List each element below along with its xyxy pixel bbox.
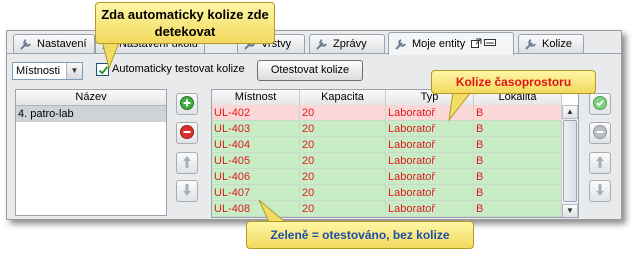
capacity-cell: 20 [300, 201, 386, 217]
callout-collision: Kolize časoprostoru [431, 70, 596, 94]
remove-button[interactable] [176, 122, 198, 144]
list-item[interactable]: 4. patro-lab [16, 106, 166, 122]
location-cell: B [474, 105, 562, 121]
minimize-icon[interactable] [484, 38, 497, 50]
callout-auto-detect: Zda automaticky kolize zde detekovat [95, 2, 275, 44]
accept-button[interactable] [589, 93, 611, 115]
type-cell: Laboratoř [386, 137, 474, 153]
capacity-cell: 20 [300, 105, 386, 121]
capacity-cell: 20 [300, 137, 386, 153]
location-cell: B [474, 201, 562, 217]
minus-icon [593, 124, 607, 142]
type-cell: Laboratoř [386, 121, 474, 137]
tab-kolize[interactable]: Kolize [518, 34, 584, 53]
entity-list: Název 4. patro-lab [15, 89, 167, 216]
location-cell: B [474, 153, 562, 169]
remove-disabled-button[interactable] [589, 122, 611, 144]
tab-moje-entity[interactable]: Moje entity [388, 32, 514, 55]
plus-icon [180, 95, 194, 113]
table-row[interactable]: UL-406 20 Laboratoř B [212, 169, 562, 185]
scroll-thumb[interactable] [563, 120, 577, 202]
minus-icon [180, 124, 194, 142]
undock-icon[interactable] [471, 38, 482, 51]
wrench-icon [314, 36, 330, 52]
callout-pointer [101, 40, 121, 70]
room-cell: UL-404 [212, 137, 300, 153]
table-row[interactable]: UL-407 20 Laboratoř B [212, 185, 562, 201]
capacity-cell: 20 [300, 153, 386, 169]
room-cell: UL-405 [212, 153, 300, 169]
room-cell: UL-406 [212, 169, 300, 185]
type-cell: Laboratoř [386, 185, 474, 201]
room-cell: UL-402 [212, 105, 300, 121]
main-panel: Nastavení Nastavení ukolu Vrstvy Zprávy … [6, 30, 622, 220]
tab-label: Nastavení [37, 38, 87, 50]
type-cell: Laboratoř [386, 201, 474, 217]
callout-pointer [448, 92, 472, 122]
add-button[interactable] [176, 93, 198, 115]
grid-down-button[interactable] [589, 180, 611, 202]
location-cell: B [474, 121, 562, 137]
table-row[interactable]: UL-405 20 Laboratoř B [212, 153, 562, 169]
arrow-down-icon [182, 183, 192, 200]
location-cell: B [474, 185, 562, 201]
move-up-button[interactable] [176, 152, 198, 174]
auto-test-label: Automaticky testovat kolize [112, 63, 245, 75]
grid-scrollbar[interactable]: ▲ ▼ [561, 105, 578, 217]
grid-up-button[interactable] [589, 152, 611, 174]
capacity-cell: 20 [300, 169, 386, 185]
test-collisions-button[interactable]: Otestovat kolize [257, 60, 363, 81]
scroll-down-icon[interactable]: ▼ [562, 204, 578, 217]
entity-type-select[interactable]: Místnosti ▼ [12, 62, 83, 80]
table-row[interactable]: UL-404 20 Laboratoř B [212, 137, 562, 153]
arrow-down-icon [595, 183, 605, 200]
tab-label: Zprávy [333, 38, 367, 50]
tab-zpravy[interactable]: Zprávy [309, 34, 385, 53]
wrench-icon [523, 36, 539, 52]
capacity-cell: 20 [300, 121, 386, 137]
table-row[interactable]: UL-402 20 Laboratoř B [212, 105, 562, 121]
rooms-grid: Místnost Kapacita Typ Lokalita UL-402 20 L… [211, 89, 579, 218]
arrow-up-icon [182, 155, 192, 172]
check-circle-icon [593, 95, 607, 113]
location-cell: B [474, 169, 562, 185]
column-header-room[interactable]: Místnost [212, 90, 300, 105]
wrench-icon [18, 36, 34, 52]
type-cell: Laboratoř [386, 153, 474, 169]
screenshot-canvas: { "tabs": [ {"label": "Nastavení"}, {"la… [0, 0, 640, 255]
room-cell: UL-407 [212, 185, 300, 201]
location-cell: B [474, 137, 562, 153]
capacity-cell: 20 [300, 185, 386, 201]
move-down-button[interactable] [176, 180, 198, 202]
tab-label: Moje entity [412, 38, 466, 50]
type-cell: Laboratoř [386, 169, 474, 185]
column-header-capacity[interactable]: Kapacita [300, 90, 386, 105]
room-cell: UL-403 [212, 121, 300, 137]
list-header: Název [16, 90, 166, 106]
wrench-icon [393, 36, 409, 52]
scroll-up-icon[interactable]: ▲ [562, 105, 578, 119]
table-row[interactable]: UL-403 20 Laboratoř B [212, 121, 562, 137]
arrow-up-icon [595, 155, 605, 172]
tab-label: Kolize [542, 38, 572, 50]
chevron-down-icon[interactable]: ▼ [66, 63, 82, 79]
tab-nastaveni[interactable]: Nastavení [13, 34, 95, 53]
callout-green-ok: Zeleně = otestováno, bez kolize [246, 221, 474, 249]
select-value: Místnosti [16, 65, 61, 77]
